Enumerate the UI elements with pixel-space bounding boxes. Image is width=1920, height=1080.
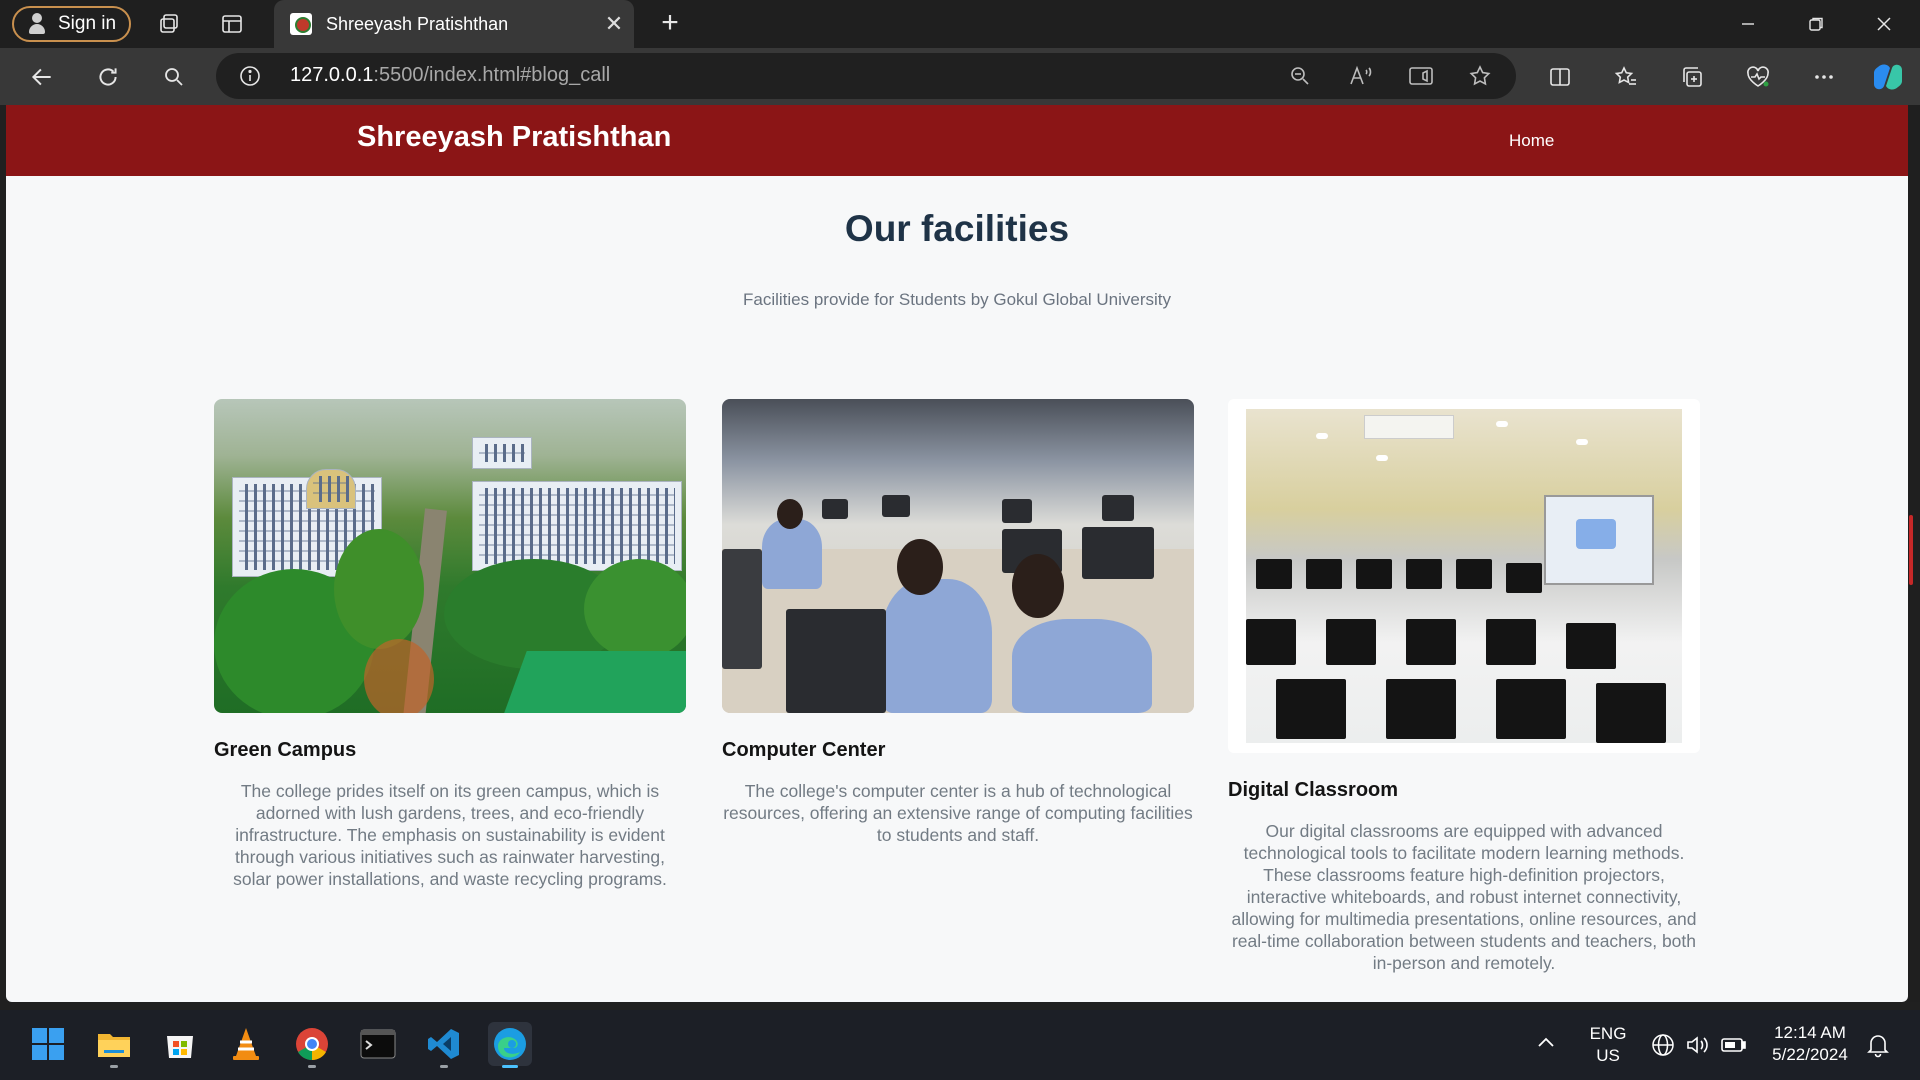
digital-classroom-image bbox=[1246, 409, 1682, 743]
workspaces-icon[interactable] bbox=[157, 12, 181, 36]
browser-essentials-icon[interactable] bbox=[1743, 62, 1773, 92]
battery-icon[interactable] bbox=[1720, 1032, 1748, 1063]
site-brand[interactable]: Shreeyash Pratishthan bbox=[357, 121, 671, 154]
show-hidden-icons-icon[interactable] bbox=[1535, 1032, 1557, 1059]
facility-card-digital-classroom: Digital Classroom Our digital classrooms… bbox=[1228, 399, 1700, 974]
page-title: Our facilities bbox=[844, 208, 1070, 249]
url-path: :5500/index.html#blog_call bbox=[373, 64, 611, 86]
profile-avatar-icon bbox=[28, 13, 46, 35]
page-viewport: Shreeyash Pratishthan Home Our facilitie… bbox=[6, 105, 1908, 1002]
region-code: US bbox=[1596, 1046, 1620, 1065]
windows-taskbar: ENG US 12:14 AM 5/22/2024 bbox=[0, 1010, 1920, 1080]
url-host: 127.0.0.1 bbox=[290, 64, 374, 86]
facility-description: The college's computer center is a hub o… bbox=[723, 781, 1193, 845]
page-subtitle: Facilities provide for Students by Gokul… bbox=[742, 290, 1171, 309]
split-screen-icon[interactable] bbox=[1545, 62, 1575, 92]
vlc-icon[interactable] bbox=[224, 1022, 268, 1066]
close-window-icon[interactable] bbox=[1850, 0, 1918, 48]
clock-date: 5/22/2024 bbox=[1772, 1045, 1848, 1064]
tab-shreeyash-pratishthan[interactable]: Shreeyash Pratishthan ✕ bbox=[274, 0, 634, 48]
refresh-icon[interactable] bbox=[93, 62, 123, 92]
immersive-reader-icon[interactable] bbox=[1408, 64, 1434, 93]
edge-icon[interactable] bbox=[488, 1022, 532, 1068]
facility-card-green-campus: Green Campus The college prides itself o… bbox=[214, 399, 686, 890]
scrollbar-thumb[interactable] bbox=[1909, 515, 1913, 585]
read-aloud-icon[interactable] bbox=[1348, 64, 1374, 93]
favorite-star-icon[interactable] bbox=[1468, 64, 1492, 93]
browser-tab-bar: Sign in Shreeyash Pratishthan ✕ + bbox=[0, 0, 1920, 48]
more-options-icon[interactable] bbox=[1809, 62, 1839, 92]
notifications-bell-icon[interactable] bbox=[1866, 1032, 1890, 1063]
facility-description: The college prides itself on its green c… bbox=[233, 781, 667, 889]
facility-title: Green Campus bbox=[214, 739, 357, 761]
file-explorer-icon[interactable] bbox=[92, 1022, 136, 1068]
facility-card-computer-center: Computer Center The college's computer c… bbox=[722, 399, 1194, 846]
input-language[interactable]: ENG US bbox=[1580, 1023, 1636, 1067]
start-icon[interactable] bbox=[26, 1022, 70, 1066]
chrome-icon[interactable] bbox=[290, 1022, 334, 1068]
browser-toolbar: 127.0.0.1:5500/index.html#blog_call bbox=[0, 48, 1920, 105]
url-text[interactable]: 127.0.0.1:5500/index.html#blog_call bbox=[290, 64, 610, 87]
digital-classroom-image-frame bbox=[1228, 399, 1700, 753]
facility-description: Our digital classrooms are equipped with… bbox=[1231, 821, 1697, 973]
vscode-icon[interactable] bbox=[422, 1022, 466, 1068]
address-bar[interactable]: 127.0.0.1:5500/index.html#blog_call bbox=[216, 53, 1516, 99]
restore-icon[interactable] bbox=[1782, 0, 1850, 48]
site-navbar: Shreeyash Pratishthan Home bbox=[6, 105, 1908, 176]
facility-title: Digital Classroom bbox=[1228, 779, 1399, 801]
sign-in-label: Sign in bbox=[58, 13, 117, 34]
zoom-out-icon[interactable] bbox=[1288, 64, 1312, 93]
site-favicon-icon bbox=[290, 13, 312, 35]
search-icon[interactable] bbox=[159, 62, 189, 92]
microsoft-store-icon[interactable] bbox=[158, 1022, 202, 1066]
language-code: ENG bbox=[1589, 1024, 1627, 1043]
favorites-icon[interactable] bbox=[1611, 62, 1641, 92]
tab-actions-icon[interactable] bbox=[220, 12, 244, 36]
facility-title: Computer Center bbox=[722, 739, 886, 761]
volume-icon[interactable] bbox=[1684, 1032, 1710, 1063]
tab-title: Shreeyash Pratishthan bbox=[326, 13, 509, 34]
page-scrollbar[interactable] bbox=[1908, 105, 1920, 1002]
clock-time: 12:14 AM bbox=[1774, 1023, 1846, 1042]
minimize-icon[interactable] bbox=[1714, 0, 1782, 48]
computer-center-image bbox=[722, 399, 1194, 713]
site-info-icon[interactable] bbox=[238, 64, 262, 93]
clock[interactable]: 12:14 AM 5/22/2024 bbox=[1760, 1022, 1860, 1066]
sign-in-button[interactable]: Sign in bbox=[12, 6, 131, 42]
copilot-icon[interactable] bbox=[1870, 59, 1906, 95]
nav-link-home[interactable]: Home bbox=[1509, 131, 1554, 151]
close-tab-icon[interactable]: ✕ bbox=[594, 11, 634, 37]
new-tab-icon[interactable]: + bbox=[652, 6, 688, 42]
terminal-icon[interactable] bbox=[356, 1022, 400, 1066]
green-campus-image bbox=[214, 399, 686, 713]
collections-icon[interactable] bbox=[1677, 62, 1707, 92]
back-icon[interactable] bbox=[27, 62, 57, 92]
network-icon[interactable] bbox=[1650, 1032, 1676, 1063]
